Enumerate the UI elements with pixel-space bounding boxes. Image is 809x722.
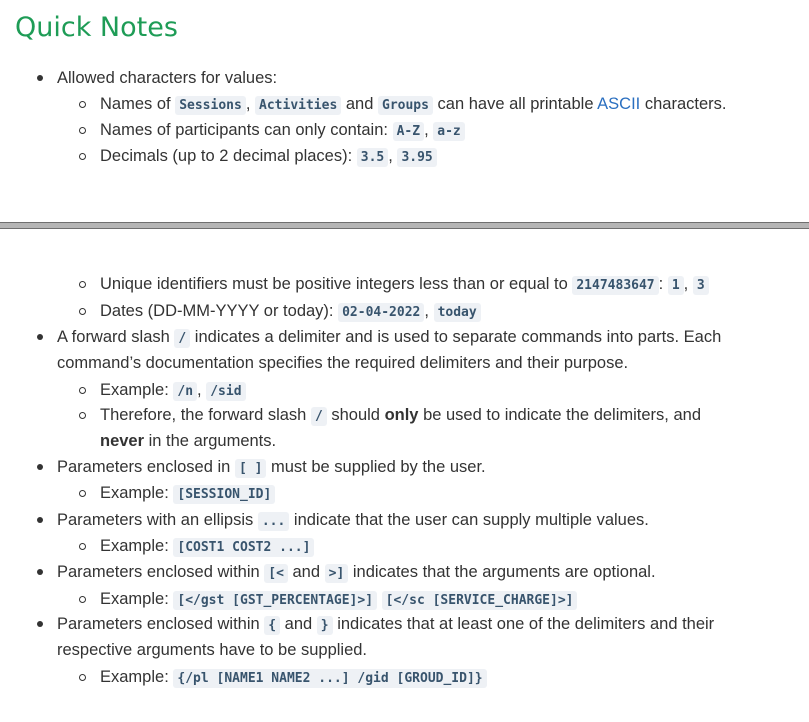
list-item: Example: {/pl [NAME1 NAME2 ...] /gid [GR… [79,664,487,692]
inline-code: a-z [433,122,465,141]
disc-bullet-icon [37,334,43,340]
circle-bullet-icon [79,490,86,497]
inline-code: /sid [206,382,246,401]
list-item: Parameters with an ellipsis ... indicate… [37,507,649,535]
list-item-continuation: respective arguments have to be supplied… [57,641,368,659]
inline-code: Sessions [175,96,246,115]
list-item: Decimals (up to 2 decimal places): 3.5, … [79,143,437,171]
list-item: Dates (DD-MM-YYYY or today): 02-04-2022,… [79,298,481,326]
disc-bullet-icon [37,517,43,523]
list-item: Example: [COST1 COST2 ...] [79,533,315,561]
list-item: Unique identifiers must be positive inte… [79,271,709,299]
inline-code: ... [257,512,290,531]
inline-code: [SESSION_ID] [173,485,276,504]
inline-code: 2147483647 [572,276,659,295]
section-divider [0,222,809,229]
inline-code: >] [324,564,349,583]
inline-code: Groups [378,96,433,115]
disc-bullet-icon [37,75,43,81]
circle-bullet-icon [79,543,86,550]
circle-bullet-icon [79,596,86,603]
inline-code: 1 [667,276,684,295]
page-top: Quick Notes Allowed characters for value… [0,0,809,222]
list-item: Example: /n, /sid [79,377,246,405]
circle-bullet-icon [79,387,86,394]
disc-bullet-icon [37,569,43,575]
inline-code: [ ] [234,459,267,478]
ascii-link[interactable]: ASCII [597,95,640,113]
inline-code: [< [264,564,288,583]
inline-code: today [433,303,481,322]
list-item: Names of Sessions, Activities and Groups… [79,91,726,119]
page-title: Quick Notes [15,12,178,43]
circle-bullet-icon [79,281,86,288]
inline-code: 02-04-2022 [338,303,425,322]
inline-code: } [316,616,333,635]
list-item: Therefore, the forward slash / should on… [79,402,701,430]
list-item-continuation: command’s documentation specifies the re… [57,354,629,372]
list-item: Parameters enclosed within [< and >] ind… [37,559,656,587]
list-item: Example: [</gst [GST_PERCENTAGE]>] [</sc… [79,586,578,614]
inline-code: 3 [692,276,709,295]
list-item: Parameters enclosed within { and } indic… [37,611,714,639]
list-item: A forward slash / indicates a delimiter … [37,324,721,352]
inline-code: /n [173,382,198,401]
circle-bullet-icon [79,153,86,160]
circle-bullet-icon [79,412,86,419]
list-item: Names of participants can only contain: … [79,117,465,145]
inline-code: [</gst [GST_PERCENTAGE]>] [173,591,378,610]
inline-code: 3.95 [397,148,437,167]
list-item: Example: [SESSION_ID] [79,480,276,508]
inline-code: Activities [255,96,342,115]
inline-code: / [310,407,327,426]
inline-code: [</sc [SERVICE_CHARGE]>] [381,591,578,610]
circle-bullet-icon [79,127,86,134]
disc-bullet-icon [37,464,43,470]
inline-code: { [264,616,281,635]
list-item: Parameters enclosed in [ ] must be suppl… [37,454,486,482]
list-item-continuation: never in the arguments. [100,432,277,450]
circle-bullet-icon [79,101,86,108]
disc-bullet-icon [37,621,43,627]
inline-code: [COST1 COST2 ...] [173,538,315,557]
inline-code: {/pl [NAME1 NAME2 ...] /gid [GROUD_ID]} [173,669,487,688]
circle-bullet-icon [79,674,86,681]
circle-bullet-icon [79,308,86,315]
page-bottom: Unique identifiers must be positive inte… [0,229,809,722]
inline-code: / [174,329,191,348]
inline-code: 3.5 [356,148,389,167]
list-item: Allowed characters for values: [37,65,277,91]
inline-code: A-Z [392,122,425,141]
